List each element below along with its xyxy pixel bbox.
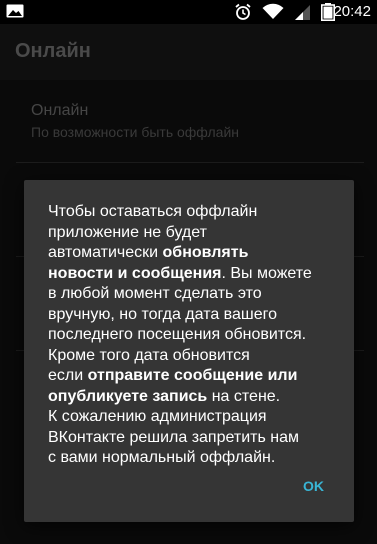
message-line: ВКонтакте решила запретить нам	[48, 428, 299, 446]
offline-info-dialog: Чтобы оставаться оффлайн приложение не б…	[24, 180, 354, 522]
message-line: с вами нормальный оффлайн.	[48, 449, 276, 466]
message-line: автоматически обновлять	[48, 244, 249, 261]
divider	[16, 162, 364, 163]
image-icon	[6, 4, 24, 18]
clock: 20:42	[333, 3, 371, 20]
emphasis-text: отправите сообщение или	[87, 367, 298, 384]
status-bar: 20:42	[0, 0, 377, 24]
message-line: в любой момент сделать это	[48, 285, 262, 302]
emphasis-text: обновлять	[162, 244, 249, 261]
message-line: Кроме того дата обновится	[48, 346, 250, 364]
message-line: новости и сообщения. Вы можете	[48, 264, 312, 282]
status-icons: 20:42	[197, 0, 377, 24]
message-line: вручную, но тогда дата вашего	[48, 305, 278, 323]
signal-icon	[295, 5, 310, 20]
message-line: опубликуете запись на стене.	[48, 387, 281, 405]
alarm-icon	[235, 3, 251, 20]
message-line: К сожалению администрация	[48, 408, 267, 425]
emphasis-text: новости и сообщения	[48, 264, 222, 282]
message-line: приложение не будет	[48, 223, 207, 241]
preference-summary: По возможности быть оффлайн	[31, 124, 240, 140]
emphasis-text: опубликуете запись	[48, 387, 208, 405]
page-title: Онлайн	[15, 40, 91, 62]
dialog-message: Чтобы оставаться оффлайн приложение не б…	[48, 202, 344, 469]
preference-title: Онлайн	[31, 102, 89, 119]
message-line: последнего посещения обновится.	[48, 326, 307, 343]
ok-button[interactable]: OK	[295, 472, 332, 500]
wifi-icon	[262, 3, 284, 19]
app-bar: Онлайн	[0, 24, 377, 80]
preference-online[interactable]: Онлайн По возможности быть оффлайн	[0, 80, 377, 162]
message-line: если отправите сообщение или	[48, 367, 298, 384]
message-line: Чтобы оставаться оффлайн	[48, 203, 258, 220]
